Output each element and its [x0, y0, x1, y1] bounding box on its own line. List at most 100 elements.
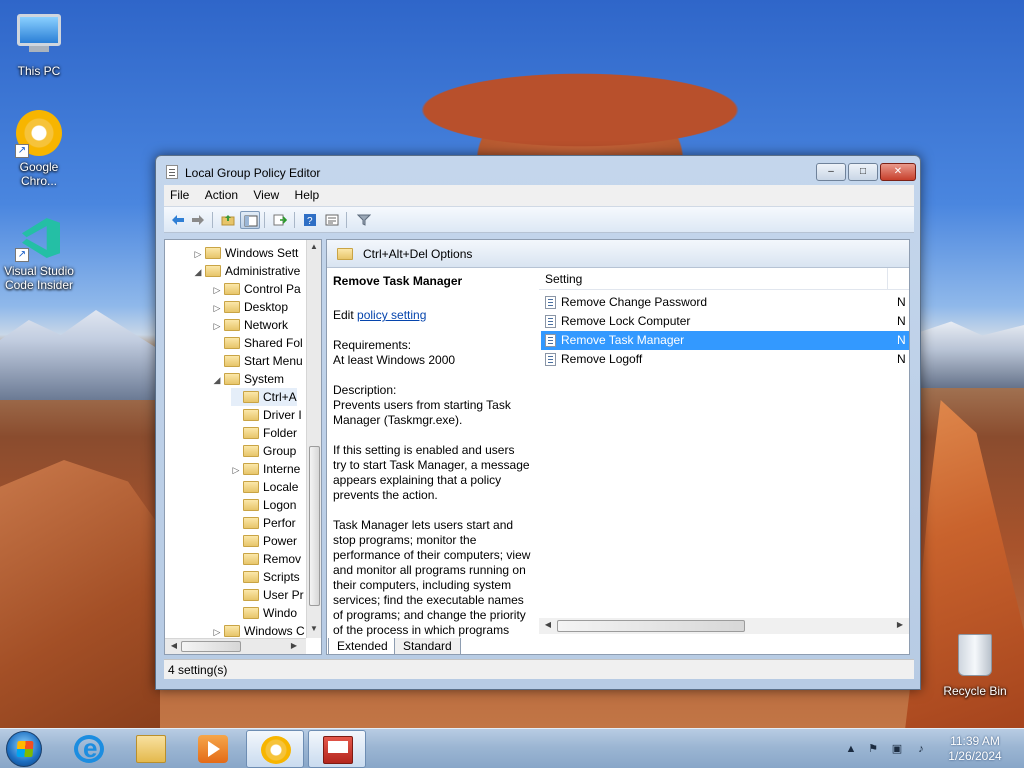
tree-item[interactable]: ▷ Desktop [212, 298, 289, 317]
collapse-arrow-icon[interactable]: ◢ [193, 263, 203, 281]
up-folder-icon[interactable] [218, 211, 238, 229]
scroll-up-icon[interactable]: ▲ [307, 242, 321, 251]
tree-item[interactable]: ▷ Windows Sett [193, 244, 299, 263]
tree-vertical-scrollbar[interactable]: ▲ ▼ [306, 240, 321, 638]
window-title: Local Group Policy Editor [185, 166, 321, 180]
expand-arrow-icon[interactable]: ▷ [212, 281, 222, 299]
close-button[interactable]: ✕ [880, 163, 916, 181]
scroll-left-icon[interactable]: ◀ [541, 620, 555, 629]
tree-item[interactable]: ◢ System [212, 370, 284, 388]
taskbar-media-player[interactable] [184, 730, 242, 768]
tree-item[interactable]: Power [231, 532, 297, 550]
rock-left [0, 460, 160, 728]
tree-item-label: System [244, 372, 285, 386]
folder-icon [224, 301, 240, 313]
action-center-icon[interactable]: ⚑ [866, 742, 880, 756]
policy-setting-link[interactable]: policy setting [357, 308, 426, 322]
description-paragraph-3: Task Manager lets users start and stop p… [333, 518, 531, 652]
tree-item-label: Control Pa [244, 282, 301, 296]
details-header: Ctrl+Alt+Del Options [327, 240, 909, 268]
export-list-icon[interactable] [270, 211, 290, 229]
tab-extended[interactable]: Extended [328, 638, 397, 655]
forward-icon[interactable] [188, 211, 208, 229]
tree-item[interactable]: Windo [231, 604, 297, 622]
column-setting[interactable]: Setting [545, 272, 582, 286]
filter-icon[interactable] [354, 211, 374, 229]
expand-arrow-icon[interactable]: ▷ [231, 461, 241, 479]
tree-item[interactable]: Perfor [231, 514, 296, 532]
tree-item-label: Power [263, 534, 298, 548]
minimize-button[interactable]: ‒ [816, 163, 846, 181]
status-bar: 4 setting(s) [164, 659, 914, 679]
title-bar[interactable]: Local Group Policy Editor ‒ □ ✕ [156, 156, 920, 186]
menu-view[interactable]: View [247, 185, 285, 205]
list-hscroll-thumb[interactable] [557, 620, 745, 632]
toolbar: ? [164, 206, 914, 233]
scroll-left-icon[interactable]: ◀ [167, 641, 181, 650]
list-horizontal-scrollbar[interactable]: ◀ ▶ [539, 618, 909, 634]
scroll-down-icon[interactable]: ▼ [307, 624, 321, 633]
list-row-selected[interactable]: Remove Task Manager N [541, 331, 909, 350]
tree-item[interactable]: ▷ Interne [231, 460, 301, 479]
tree-item[interactable]: Start Menu [212, 352, 303, 370]
taskbar-chrome[interactable] [246, 730, 304, 768]
tree-item[interactable]: Logon [231, 496, 296, 514]
tree-item[interactable]: ▷ Control Pa [212, 280, 301, 298]
tree-item[interactable]: Shared Fol [212, 334, 303, 352]
desktop-icon-chrome[interactable]: ↗ Google Chro... [1, 110, 77, 188]
properties-icon[interactable] [322, 211, 342, 229]
tree-item[interactable]: Locale [231, 478, 298, 496]
show-hidden-icons[interactable]: ▲ [844, 742, 858, 756]
help-icon[interactable]: ? [300, 211, 320, 229]
chrome-icon [261, 736, 291, 764]
tree-item[interactable]: User Pr [231, 586, 304, 604]
back-icon[interactable] [168, 211, 188, 229]
volume-muted-icon[interactable]: ♪ [914, 742, 928, 756]
expand-arrow-icon[interactable]: ▷ [193, 245, 203, 263]
folder-icon [243, 535, 259, 547]
description-paragraph-2: If this setting is enabled and users try… [333, 443, 530, 502]
expand-arrow-icon[interactable]: ▷ [212, 317, 222, 335]
scroll-right-icon[interactable]: ▶ [287, 641, 301, 650]
menu-help[interactable]: Help [289, 185, 326, 205]
setting-name: Remove Change Password [561, 295, 708, 309]
tree-item[interactable]: Scripts [231, 568, 300, 586]
maximize-button[interactable]: □ [848, 163, 878, 181]
list-row[interactable]: Remove Logoff N [541, 350, 909, 369]
list-row[interactable]: Remove Lock Computer N [541, 312, 909, 331]
collapse-arrow-icon[interactable]: ◢ [212, 371, 222, 389]
desktop-icon-vscode-insider[interactable]: ↗ Visual Studio Code Insider [1, 214, 77, 292]
desktop-icon-this-pc[interactable]: This PC [1, 8, 77, 78]
tree-item[interactable]: Ctrl+A [231, 388, 297, 406]
expand-arrow-icon[interactable]: ▷ [212, 299, 222, 317]
tree-scroll-thumb[interactable] [309, 446, 320, 606]
scroll-right-icon[interactable]: ▶ [893, 620, 907, 629]
tree-item[interactable]: Folder [231, 424, 297, 442]
show-hide-tree-icon[interactable] [240, 211, 260, 229]
tab-standard[interactable]: Standard [394, 638, 461, 655]
taskbar-file-explorer[interactable] [122, 730, 180, 768]
setting-description: Remove Task Manager Edit policy setting … [327, 268, 537, 654]
tree-item[interactable]: Remov [231, 550, 301, 568]
mountain-left [0, 310, 160, 400]
taskbar-internet-explorer[interactable] [60, 730, 118, 768]
tree-item[interactable]: ▷ Network [212, 316, 288, 334]
menu-action[interactable]: Action [199, 185, 244, 205]
shortcut-arrow-icon: ↗ [15, 248, 29, 262]
desktop-icon-recycle-bin[interactable]: Recycle Bin [937, 630, 1013, 698]
chrome-icon: ↗ [15, 110, 63, 158]
tree-horizontal-scrollbar[interactable]: ◀ ▶ [165, 638, 306, 654]
network-icon[interactable]: ▣ [890, 742, 904, 756]
tree-item[interactable]: Group [231, 442, 296, 460]
menu-file[interactable]: File [164, 185, 195, 205]
clock[interactable]: 11:39 AM 1/26/2024 [940, 734, 1010, 764]
taskbar-group-policy-editor[interactable] [308, 730, 366, 768]
tree-item[interactable]: ◢ Administrative [193, 262, 301, 281]
tree-item-label: Windows C [244, 624, 305, 638]
list-row[interactable]: Remove Change Password N [541, 293, 909, 312]
tree-hscroll-thumb[interactable] [181, 641, 241, 652]
view-tabs: Extended Standard [326, 638, 626, 656]
mountain-right [920, 321, 1024, 388]
tree-item[interactable]: Driver I [231, 406, 302, 424]
start-button[interactable] [6, 731, 42, 767]
